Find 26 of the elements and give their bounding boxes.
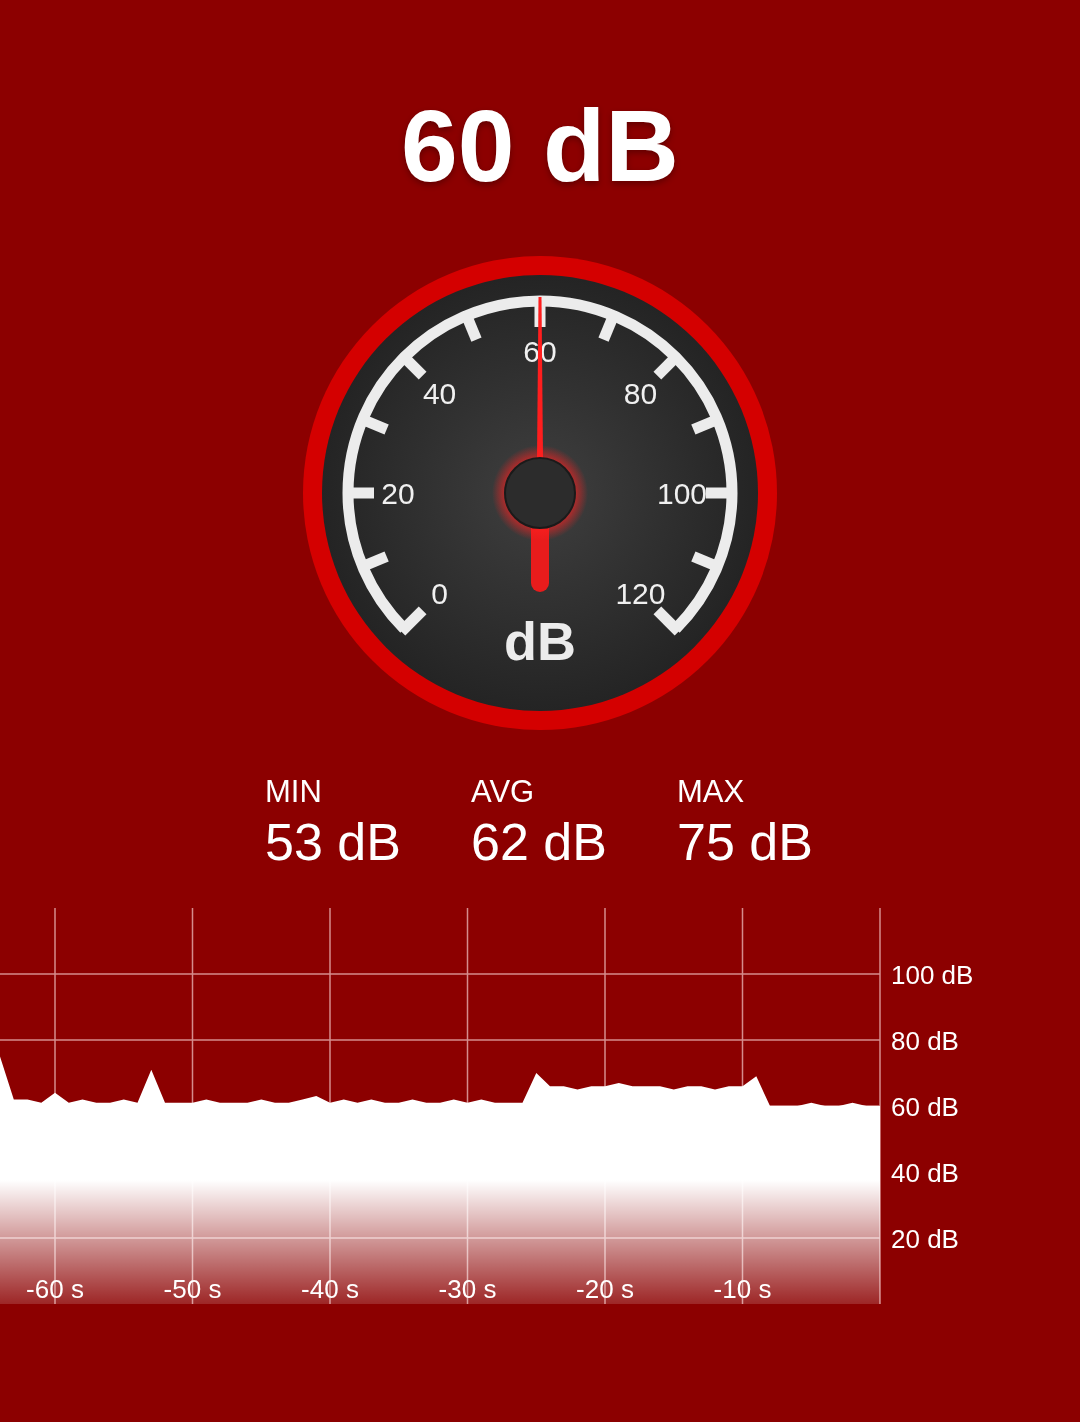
stat-value: 75 dB bbox=[677, 812, 814, 873]
sound-level-reading: 60 dB bbox=[401, 90, 679, 203]
gauge-hub bbox=[504, 457, 576, 529]
gauge-tick-label: 20 bbox=[381, 477, 415, 510]
gauge-tick-label: 120 bbox=[615, 577, 666, 611]
stat-value: 62 dB bbox=[471, 812, 608, 873]
y-axis-label: 60 dB bbox=[891, 1092, 959, 1122]
stat-value: 53 dB bbox=[265, 812, 402, 873]
stat-label: MAX bbox=[677, 773, 746, 811]
y-axis-label: 40 dB bbox=[891, 1158, 959, 1188]
x-axis-label: -60 s bbox=[26, 1274, 84, 1304]
stat-label: AVG bbox=[471, 773, 536, 811]
gauge-tick-label: 40 bbox=[422, 376, 457, 410]
gauge-tick-label: 100 bbox=[656, 477, 708, 510]
gauge-tick-label: 80 bbox=[623, 376, 658, 410]
stat-label: MIN bbox=[265, 773, 323, 811]
x-axis-label: -50 s bbox=[163, 1274, 222, 1304]
gauge-tick-label: 0 bbox=[431, 577, 448, 611]
y-axis-label: 20 dB bbox=[891, 1224, 959, 1254]
x-axis-label: -10 s bbox=[713, 1274, 772, 1304]
x-axis-label: -40 s bbox=[301, 1274, 359, 1304]
y-axis-label: 80 dB bbox=[891, 1026, 959, 1056]
x-axis-label: -20 s bbox=[576, 1274, 634, 1304]
y-axis-label: 100 dB bbox=[891, 960, 974, 990]
x-axis-label: -30 s bbox=[438, 1274, 497, 1304]
gauge-unit-label: dB bbox=[504, 611, 576, 671]
